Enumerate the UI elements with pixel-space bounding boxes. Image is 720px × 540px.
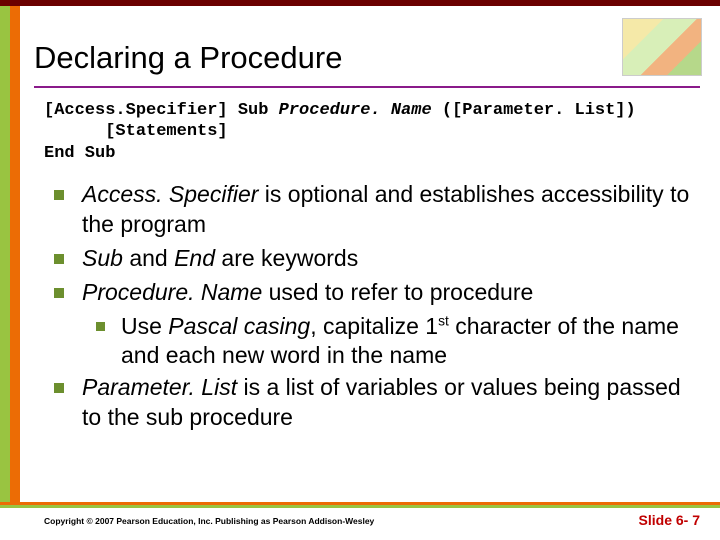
footer-stripe-green <box>0 505 720 508</box>
bullet-icon <box>96 322 105 331</box>
slide-title: Declaring a Procedure <box>34 40 700 82</box>
bullet-text: Access. Specifier is optional and establ… <box>82 180 690 240</box>
code-l1a: [Access.Specifier] Sub <box>44 101 279 120</box>
bullet-list: Access. Specifier is optional and establ… <box>54 180 690 437</box>
code-block: [Access.Specifier] Sub Procedure. Name (… <box>44 100 700 164</box>
left-stripe-green <box>0 6 10 502</box>
copyright-text: Copyright © 2007 Pearson Education, Inc.… <box>44 516 374 526</box>
slide-number: Slide 6- 7 <box>639 512 700 528</box>
sub-bullet-item: Use Pascal casing, capitalize 1st charac… <box>96 312 690 372</box>
code-l1b: Procedure. Name <box>279 101 432 120</box>
bullet-icon <box>54 190 64 200</box>
title-underline <box>34 86 700 88</box>
bullet-icon <box>54 254 64 264</box>
left-stripe-orange <box>10 6 20 502</box>
bullet-icon <box>54 288 64 298</box>
footer: Copyright © 2007 Pearson Education, Inc.… <box>0 502 720 540</box>
bullet-item: Sub and End are keywords <box>54 244 690 274</box>
code-l1c: ([Parameter. List]) <box>432 101 636 120</box>
code-l3: End Sub <box>44 144 115 163</box>
bullet-text: Procedure. Name used to refer to procedu… <box>82 278 533 308</box>
bullet-text: Sub and End are keywords <box>82 244 358 274</box>
code-l2: [Statements] <box>44 122 228 141</box>
bullet-item: Parameter. List is a list of variables o… <box>54 373 690 433</box>
bullet-text: Parameter. List is a list of variables o… <box>82 373 690 433</box>
bullet-item: Procedure. Name used to refer to procedu… <box>54 278 690 308</box>
bullet-item: Access. Specifier is optional and establ… <box>54 180 690 240</box>
top-accent-bar <box>0 0 720 6</box>
sub-bullet-text: Use Pascal casing, capitalize 1st charac… <box>121 312 690 372</box>
bullet-icon <box>54 383 64 393</box>
header: Declaring a Procedure <box>34 40 700 88</box>
